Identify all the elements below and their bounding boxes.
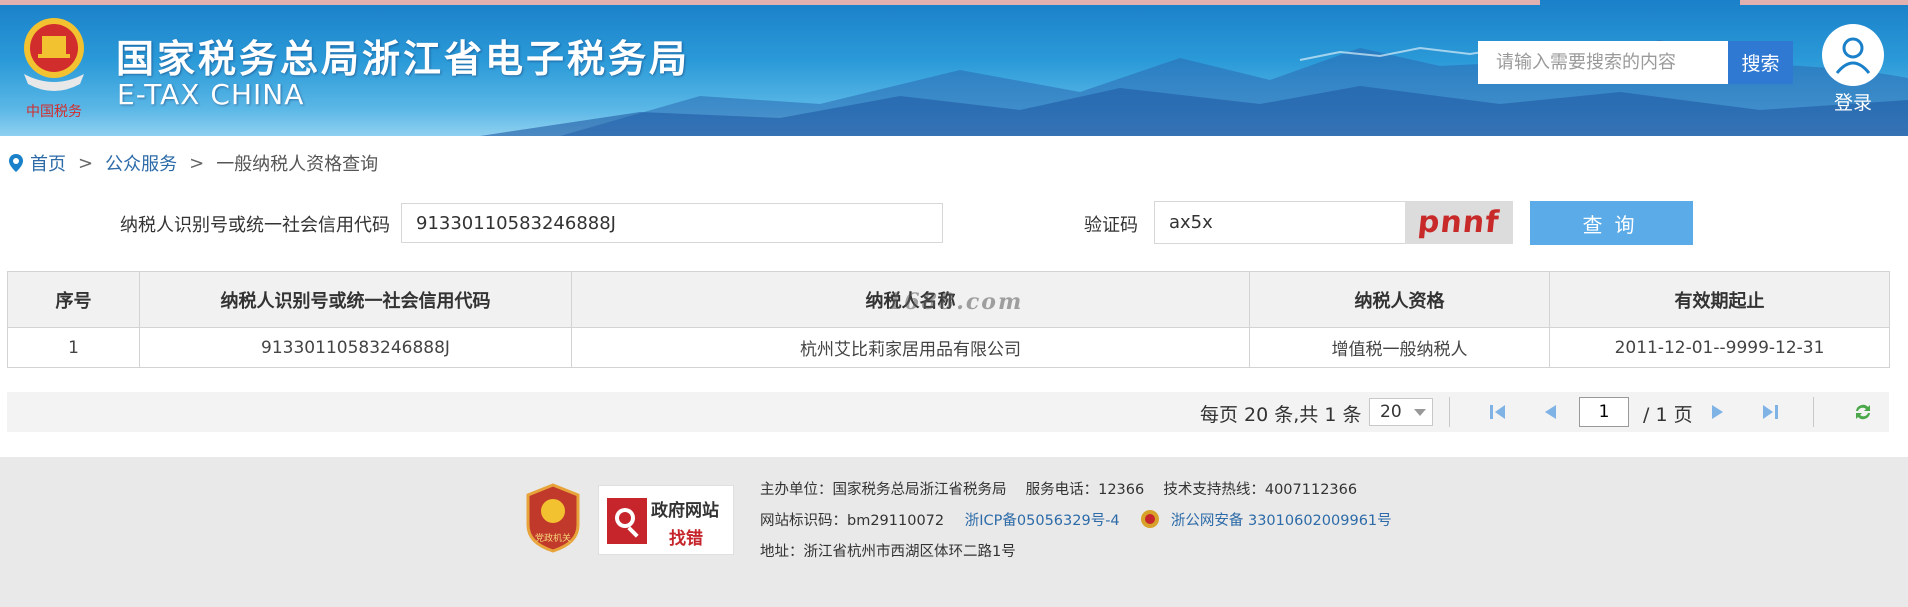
pagination-summary: 每页 20 条,共 1 条 [1200,404,1362,426]
login-button[interactable]: 登录 [1820,24,1886,114]
login-label: 登录 [1833,92,1872,114]
breadcrumb-home-link[interactable]: 首页 [30,150,66,176]
location-pin-icon [9,154,23,172]
captcha-label: 验证码 [1084,215,1138,236]
gov-site-error-report-badge[interactable]: 政府网站 找错 [598,485,734,555]
footer-sponsor-line: 主办单位：国家税务总局浙江省税务局 服务电话：12366 技术支持热线：4007… [760,482,1358,498]
site-title: 国家税务总局浙江省电子税务局 [116,37,691,81]
party-government-badge-icon[interactable]: 党政机关 [524,483,582,553]
results-table: 序号 纳税人识别号或统一社会信用代码 纳税人名称 纳税人资格 有效期起止 1 9… [7,271,1890,368]
refresh-icon[interactable] [1852,402,1874,422]
header-banner: 中国税务 国家税务总局浙江省电子税务局 E-TAX CHINA 搜索 登录 [0,0,1908,136]
table-header-row: 序号 纳税人识别号或统一社会信用代码 纳税人名称 纳税人资格 有效期起止 [7,271,1890,328]
first-page-icon[interactable] [1487,402,1509,422]
search-button[interactable]: 搜索 [1728,41,1793,84]
query-button[interactable]: 查询 [1530,201,1693,245]
page-size-value: 20 [1380,402,1402,422]
badge1-text: 党政机关 [535,532,571,544]
footer-address: 地址：浙江省杭州市西湖区体环二路1号 [760,544,1016,560]
captcha-text: pnnf [1416,205,1502,240]
pager-divider [1449,397,1450,427]
chevron-down-icon [1414,409,1426,416]
col-header-taxpayer-id: 纳税人识别号或统一社会信用代码 [139,271,572,328]
captcha-image[interactable]: pnnf [1405,201,1513,244]
last-page-icon[interactable] [1759,402,1781,422]
user-avatar-icon [1822,24,1884,86]
pager-divider [1813,397,1814,427]
col-header-index: 序号 [7,271,140,328]
badge2-line2: 找错 [669,529,703,549]
next-page-icon[interactable] [1707,402,1729,422]
logo-caption: 中国税务 [26,104,82,120]
tax-emblem-logo: 中国税务 [24,18,84,120]
captcha-input[interactable] [1154,201,1408,244]
cell-index: 1 [7,327,140,368]
col-header-validity: 有效期起止 [1549,271,1890,328]
cell-taxpayer-id: 91330110583246888J [139,327,572,368]
current-page-input[interactable] [1579,397,1629,427]
cell-qualification: 增值税一般纳税人 [1249,327,1550,368]
cell-validity: 2011-12-01--9999-12-31 [1549,327,1890,368]
prev-page-icon[interactable] [1539,402,1561,422]
police-emblem-icon [1141,510,1160,528]
col-header-qualification: 纳税人资格 [1249,271,1550,328]
pagination-bar: 每页 20 条,共 1 条 20 / 1 页 [7,392,1889,432]
table-row: 1 91330110583246888J 杭州艾比莉家居用品有限公司 增值税一般… [7,327,1890,368]
badge2-line1: 政府网站 [651,501,719,521]
search-input[interactable] [1478,41,1728,84]
cell-taxpayer-name: 杭州艾比莉家居用品有限公司 [571,327,1250,368]
icp-link[interactable]: 浙ICP备05056329号-4 [965,513,1120,529]
total-pages: / 1 页 [1643,404,1693,426]
taxpayer-id-label: 纳税人识别号或统一社会信用代码 [120,215,390,236]
breadcrumb: 首页 > 公众服务 > 一般纳税人资格查询 [8,148,378,178]
breadcrumb-separator: > [78,152,94,174]
breadcrumb-separator: > [189,152,205,174]
page-size-select[interactable]: 20 [1369,398,1433,426]
breadcrumb-section-link[interactable]: 公众服务 [105,150,177,176]
footer-id-line: 网站标识码：bm29110072 浙ICP备05056329号-4 浙公网安备 … [760,509,1392,530]
footer: 党政机关 政府网站 找错 主办单位：国家税务总局浙江省税务局 服务电话：1236… [0,457,1908,607]
police-record-link[interactable]: 浙公网安备 33010602009961号 [1171,513,1392,529]
taxpayer-id-input[interactable] [401,203,943,243]
col-header-taxpayer-name: 纳税人名称 [571,271,1250,328]
breadcrumb-current: 一般纳税人资格查询 [216,154,379,175]
footer-site-id: 网站标识码：bm29110072 [760,513,945,529]
site-subtitle: E-TAX CHINA [117,78,305,111]
magnifier-icon [607,498,647,544]
